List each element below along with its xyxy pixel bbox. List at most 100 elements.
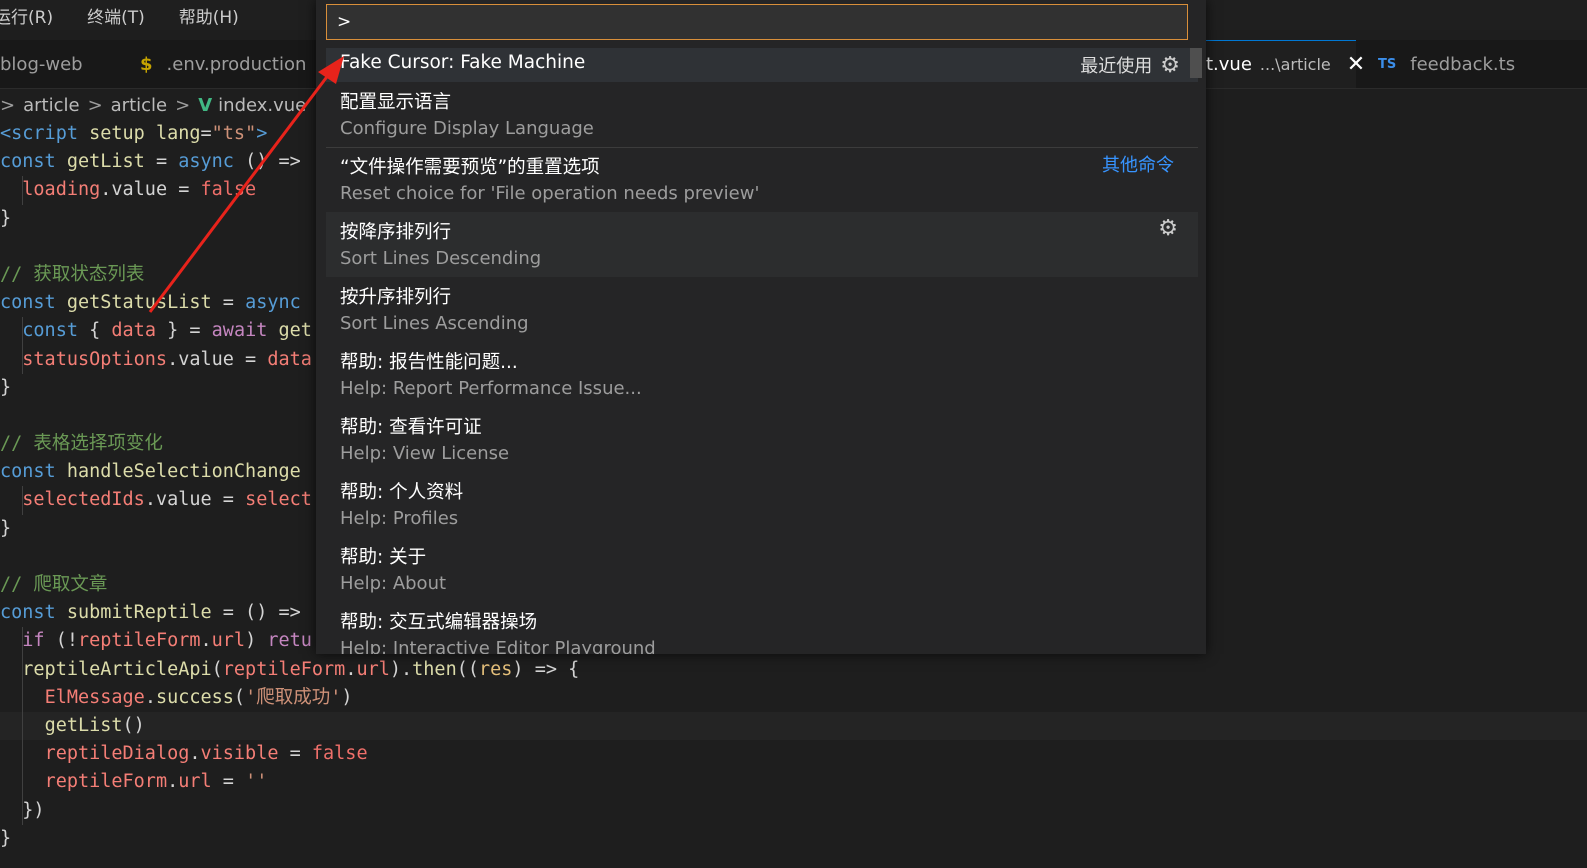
code-token: . (167, 771, 179, 793)
command-item-sort-lines-ascending[interactable]: 按升序排列行 Sort Lines Ascending (326, 277, 1198, 342)
tab-env-production[interactable]: $ .env.production E (140, 40, 326, 88)
breadcrumb-item[interactable]: article (23, 95, 79, 116)
code-comment: // 爬取文章 (0, 574, 108, 595)
gear-icon[interactable]: ⚙ (1158, 216, 1178, 241)
command-item-report-performance[interactable]: 帮助: 报告性能问题... Help: Report Performance I… (326, 342, 1198, 407)
code-token: . (189, 743, 201, 765)
code-line: reptileDialog.visible = false (0, 740, 1587, 769)
code-token: ( (233, 686, 246, 708)
code-token: reptileDialog (44, 743, 190, 765)
code-token: getList (44, 714, 123, 736)
code-token: async (245, 292, 301, 314)
code-token: () (122, 714, 145, 736)
command-item-sort-lines-descending[interactable]: 按降序排列行 ⚙ Sort Lines Descending (326, 212, 1198, 277)
command-item-editor-playground[interactable]: 帮助: 交互式编辑器操场 Help: Interactive Editor Pl… (326, 602, 1198, 654)
code-token: <script (0, 123, 78, 144)
code-token: retu (267, 630, 312, 652)
command-palette-input[interactable] (326, 4, 1188, 40)
code-token: getList (66, 151, 145, 173)
code-comment: // 表格选择项变化 (0, 433, 163, 455)
code-token: ) (245, 630, 268, 652)
tab-blog-web[interactable]: blog-web (0, 40, 83, 88)
gear-icon[interactable]: ⚙ (1160, 53, 1180, 78)
recently-used-label: 最近使用 (1080, 56, 1153, 77)
code-token: getStatusList (66, 292, 212, 314)
code-token: data (267, 348, 312, 370)
code-token: .value = (100, 179, 201, 201)
code-token: } (0, 376, 12, 398)
code-token: data (111, 320, 156, 342)
code-token: const (0, 602, 56, 624)
tab-feedback-ts[interactable]: TS feedback.ts (1378, 40, 1515, 88)
menu-help[interactable]: 帮助(H) (179, 3, 239, 28)
code-token: .value = (144, 489, 246, 511)
command-item-view-license[interactable]: 帮助: 查看许可证 Help: View License (326, 407, 1198, 472)
breadcrumb-item[interactable]: article (111, 95, 167, 116)
code-token: success (155, 686, 234, 708)
code-line: reptileForm.url = '' (0, 768, 1587, 797)
code-token: . (200, 630, 212, 652)
chevron-right-icon: > (0, 94, 16, 116)
code-line: reptileArticleApi(reptileForm.url).then(… (0, 655, 1587, 684)
menu-run[interactable]: 运行(R) (0, 3, 53, 28)
command-subtitle: Help: Report Performance Issue... (340, 378, 642, 399)
code-token: = () => (211, 602, 301, 624)
chevron-right-icon: > (87, 94, 103, 116)
command-title: 按降序排列行 (340, 222, 452, 243)
command-title: 帮助: 关于 (340, 547, 427, 568)
chevron-right-icon: > (175, 94, 191, 116)
command-item-profiles[interactable]: 帮助: 个人资料 Help: Profiles (326, 472, 1198, 537)
command-item-fake-cursor[interactable]: Fake Cursor: Fake Machine 最近使用 ⚙ (326, 48, 1198, 82)
command-subtitle: Help: About (340, 573, 447, 594)
code-token: submitReptile (66, 602, 212, 624)
code-token: false (311, 743, 368, 765)
command-item-reset-file-preview[interactable]: “文件操作需要预览”的重置选项 其他命令 Reset choice for 'F… (326, 147, 1198, 212)
code-token: > (256, 123, 268, 144)
code-comment: // 获取状态列表 (0, 263, 145, 285)
code-token: then (412, 658, 457, 680)
tab-detail: ...\article (1259, 55, 1331, 74)
command-subtitle: Reset choice for 'File operation needs p… (340, 183, 760, 204)
code-token: const (0, 461, 56, 483)
vue-icon: V (198, 94, 213, 116)
code-token: ElMessage (44, 686, 145, 708)
code-token: const (0, 292, 56, 314)
command-item-configure-display-language[interactable]: 配置显示语言 Configure Display Language (326, 82, 1198, 147)
code-token: visible (200, 743, 279, 765)
code-line: }) (0, 796, 1587, 825)
menu-terminal[interactable]: 终端(T) (87, 3, 145, 28)
code-token: ) => { (512, 658, 580, 680)
command-title: 配置显示语言 (340, 92, 452, 113)
palette-scrollbar-thumb[interactable] (1190, 48, 1202, 78)
command-subtitle: Help: Interactive Editor Playground (340, 638, 656, 654)
code-token: await (211, 320, 268, 342)
code-token: } (0, 207, 12, 229)
breadcrumb-item[interactable]: index.vue (218, 95, 306, 116)
code-token: { (77, 320, 112, 342)
code-token: url (356, 658, 390, 680)
command-title: 帮助: 个人资料 (340, 482, 464, 503)
code-token: const (0, 151, 56, 173)
tab-label: blog-web (0, 53, 83, 75)
command-title: “文件操作需要预览”的重置选项 (340, 157, 600, 178)
code-token: ( (211, 658, 223, 680)
command-subtitle: Help: Profiles (340, 508, 459, 529)
code-token: () => (233, 151, 301, 173)
close-icon[interactable]: ✕ (1347, 52, 1365, 77)
code-token: url (178, 771, 212, 793)
code-token: res (479, 658, 513, 680)
code-token: get (267, 320, 312, 342)
command-title: 帮助: 查看许可证 (340, 417, 482, 438)
command-title: 帮助: 报告性能问题... (340, 352, 518, 373)
code-token: .value = (167, 348, 268, 370)
command-title: 帮助: 交互式编辑器操场 (340, 612, 538, 633)
tab-label: feedback.ts (1410, 53, 1516, 75)
code-token: = (211, 771, 246, 793)
code-line-current: getList() (0, 711, 1587, 741)
code-token: "ts" (211, 123, 257, 144)
code-token: (( (456, 658, 479, 680)
tab-index-vue[interactable]: t.vue ...\article ✕ (1206, 40, 1365, 88)
code-token: (! (44, 630, 78, 652)
code-token: = (211, 292, 246, 314)
command-item-about[interactable]: 帮助: 关于 Help: About (326, 537, 1198, 602)
